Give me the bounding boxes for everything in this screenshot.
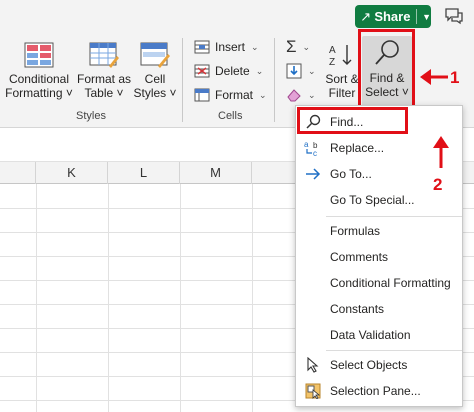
cell-styles-label-2: Styles ˅ <box>133 86 177 100</box>
menu-item-label: Replace... <box>330 141 385 155</box>
group-separator <box>274 38 275 122</box>
menu-item-label: Go To Special... <box>330 193 415 207</box>
menu-item-label: Conditional Formatting <box>330 276 451 290</box>
svg-text:a: a <box>304 140 309 149</box>
gridline <box>108 184 109 412</box>
menu-item-comments[interactable]: Comments <box>296 244 462 270</box>
menu-item-formulas[interactable]: Formulas <box>296 218 462 244</box>
delete-cells-icon <box>194 64 210 78</box>
chevron-down-icon: ⌄ <box>259 89 267 100</box>
menu-item-select-objects[interactable]: Select Objects <box>296 352 462 378</box>
delete-button[interactable]: Delete ⌄ <box>194 60 263 82</box>
cells-group-label: Cells <box>218 110 243 122</box>
cursor-icon <box>304 356 322 374</box>
menu-item-label: Data Validation <box>330 328 411 342</box>
insert-label: Insert <box>215 40 246 54</box>
gridline <box>180 184 181 412</box>
sort-filter-button[interactable]: A Z Sort & Filter <box>322 42 362 100</box>
insert-button[interactable]: Insert ⌄ <box>194 36 259 58</box>
conditional-formatting-label-2: Formatting ˅ <box>5 86 73 100</box>
column-header-m[interactable]: M <box>180 162 252 184</box>
chevron-down-icon: ⌄ <box>251 41 259 52</box>
sort-filter-label-1: Sort & <box>325 72 359 86</box>
fill-down-icon <box>286 63 302 79</box>
menu-item-constants[interactable]: Constants <box>296 296 462 322</box>
svg-text:Z: Z <box>329 57 335 68</box>
share-label: Share <box>374 9 411 24</box>
format-as-table-icon <box>89 42 119 68</box>
comments-icon[interactable] <box>444 7 464 25</box>
chevron-down-icon[interactable]: ▼ <box>422 12 431 22</box>
column-header-k[interactable]: K <box>36 162 108 184</box>
insert-cells-icon <box>194 40 210 54</box>
menu-separator <box>326 216 462 217</box>
gridline <box>36 184 37 412</box>
chevron-down-icon: ⌄ <box>308 89 316 100</box>
fill-button[interactable]: ⌄ <box>286 60 316 82</box>
group-separator <box>182 38 183 122</box>
cell-styles-label-1: Cell <box>144 72 166 86</box>
annotation-step-2: 2 <box>433 175 443 194</box>
arrow-left-icon <box>420 69 448 85</box>
clear-button[interactable]: ⌄ <box>286 84 316 106</box>
menu-item-conditional-formatting[interactable]: Conditional Formatting <box>296 270 462 296</box>
conditional-formatting-label-1: Conditional <box>8 72 70 86</box>
menu-item-label: Formulas <box>330 224 381 238</box>
svg-text:c: c <box>313 149 317 157</box>
format-button[interactable]: Format ⌄ <box>194 84 267 106</box>
svg-text:A: A <box>329 45 336 56</box>
chevron-down-icon: ⌄ <box>302 41 311 52</box>
autosum-button[interactable]: Σ ⌄ <box>286 36 310 58</box>
menu-separator <box>326 350 462 351</box>
chevron-down-icon: ⌄ <box>255 65 264 76</box>
sort-filter-icon: A Z <box>329 45 352 68</box>
replace-icon: a b c <box>304 139 322 157</box>
menu-item-selection-pane[interactable]: Selection Pane... <box>296 378 462 404</box>
column-header-l[interactable]: L <box>108 162 180 184</box>
menu-item-label: Constants <box>330 302 385 316</box>
format-label: Format <box>215 88 254 102</box>
autosum-icon: Σ <box>286 37 297 56</box>
goto-arrow-icon <box>304 165 322 183</box>
cell-styles-button[interactable]: Cell Styles ˅ <box>132 42 178 100</box>
styles-group-label: Styles <box>76 110 106 122</box>
format-as-table-label-1: Format as <box>76 72 131 86</box>
highlight-box-find-select <box>358 29 415 108</box>
delete-label: Delete <box>215 64 250 78</box>
share-divider <box>416 9 418 24</box>
chevron-down-icon: ⌄ <box>308 65 316 76</box>
eraser-icon <box>287 89 301 102</box>
selection-pane-icon <box>304 382 322 400</box>
format-cells-icon <box>194 88 210 102</box>
cell-styles-icon <box>140 42 170 68</box>
gridline <box>252 184 253 412</box>
share-icon: ↗ <box>360 8 372 24</box>
sort-filter-label-2: Filter <box>328 86 356 100</box>
menu-item-label: Selection Pane... <box>330 384 421 398</box>
highlight-box-find <box>297 107 408 134</box>
menu-item-label: Go To... <box>330 167 372 181</box>
menu-item-label: Comments <box>330 250 389 264</box>
format-as-table-label-2: Table ˅ <box>84 86 124 100</box>
share-button[interactable]: ↗ Share ▼ <box>355 5 431 28</box>
conditional-formatting-icon <box>24 42 54 68</box>
annotation-step-1: 1 <box>450 68 460 87</box>
format-as-table-button[interactable]: Format as Table ˅ <box>76 42 132 100</box>
column-header-partial[interactable] <box>0 162 36 184</box>
menu-item-label: Select Objects <box>330 358 408 372</box>
conditional-formatting-button[interactable]: Conditional Formatting ˅ <box>4 42 74 100</box>
title-bar: ↗ Share ▼ <box>0 0 474 32</box>
menu-item-data-validation[interactable]: Data Validation <box>296 322 462 348</box>
